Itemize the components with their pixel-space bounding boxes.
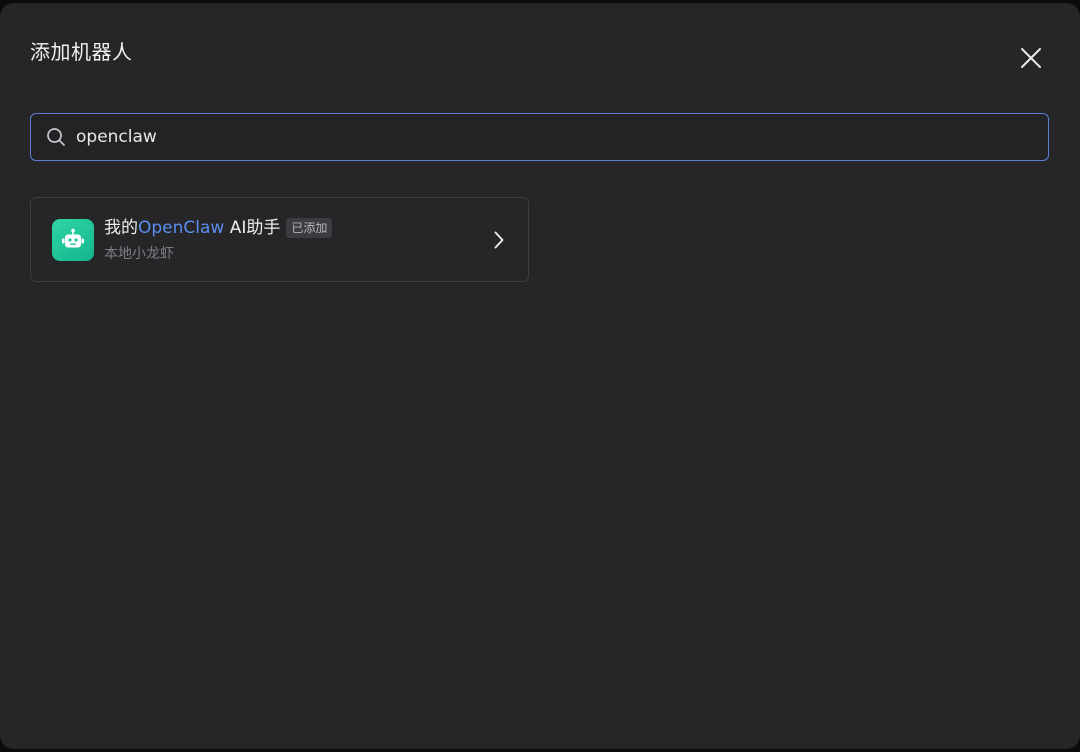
search-icon bbox=[45, 126, 67, 148]
chevron-right-icon bbox=[489, 229, 509, 251]
robot-icon bbox=[52, 219, 94, 261]
result-subtitle: 本地小龙虾 bbox=[104, 246, 174, 262]
result-title: 我的 OpenClaw AI助手 已添加 bbox=[104, 216, 333, 240]
search-input[interactable] bbox=[76, 114, 1048, 160]
add-robot-dialog: 添加机器人 我的Op bbox=[0, 3, 1080, 749]
result-name-highlight: OpenClaw bbox=[138, 218, 225, 238]
close-button[interactable] bbox=[1014, 41, 1048, 75]
result-name-prefix: 我的 bbox=[104, 218, 138, 238]
result-card-openclaw[interactable]: 我的 OpenClaw AI助手 已添加 本地小龙虾 bbox=[30, 197, 529, 282]
search-box[interactable] bbox=[30, 113, 1049, 161]
result-name-suffix: AI助手 bbox=[224, 218, 281, 238]
close-icon bbox=[1021, 48, 1041, 68]
added-badge: 已添加 bbox=[286, 218, 333, 238]
dialog-title: 添加机器人 bbox=[30, 40, 133, 64]
